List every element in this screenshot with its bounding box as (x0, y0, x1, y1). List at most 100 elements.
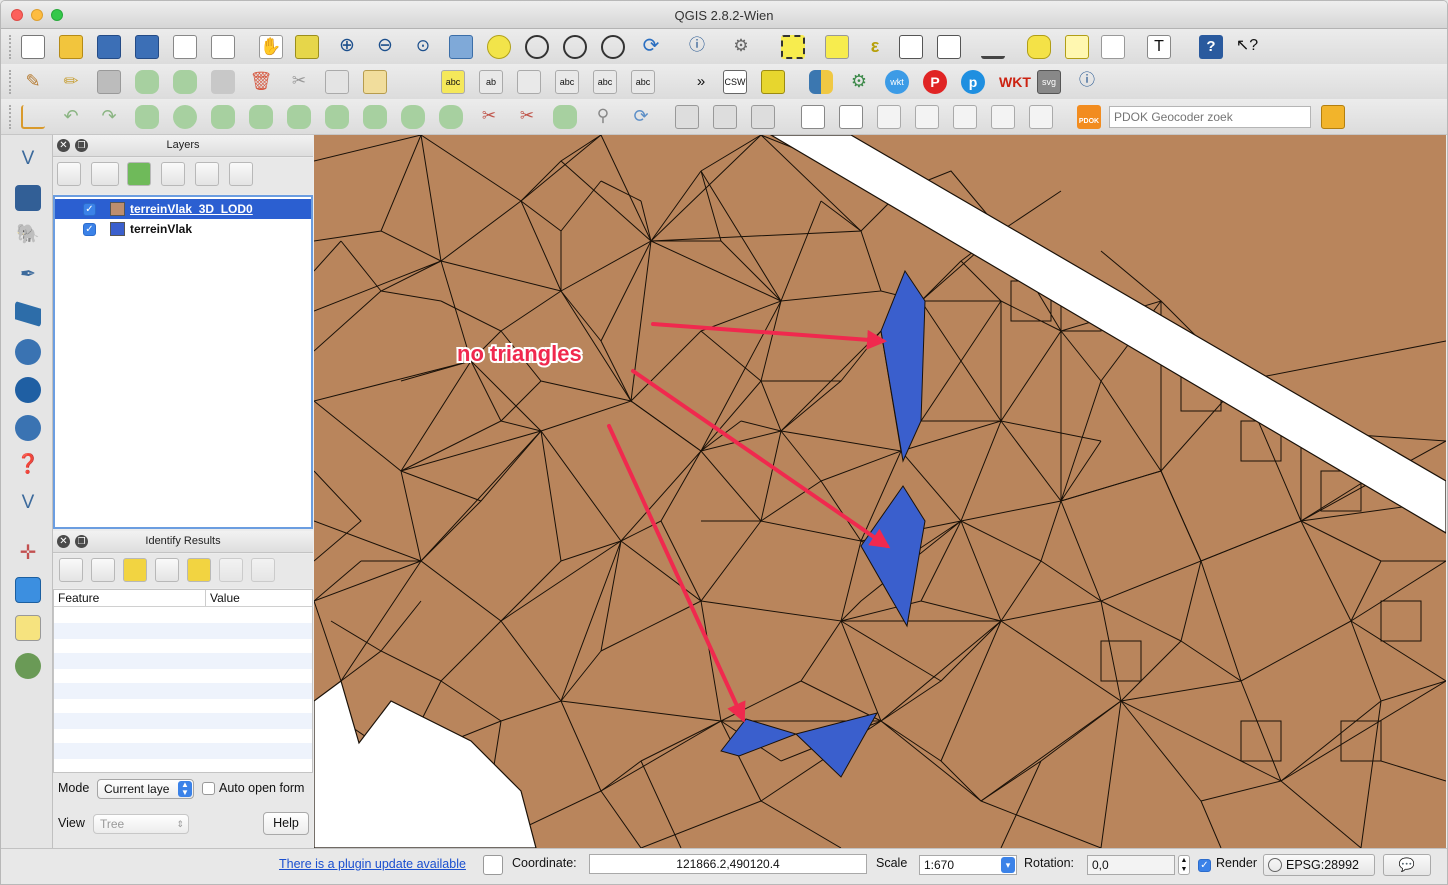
current-edits-icon[interactable]: ✎ (21, 70, 45, 94)
layer-row-terreinvlak-3d-lod0[interactable]: ✓ terreinVlak_3D_LOD0 (55, 199, 311, 219)
copy-feature-icon[interactable] (219, 558, 243, 582)
raster-tool-1-icon[interactable] (675, 105, 699, 129)
delete-ring-icon[interactable] (287, 105, 311, 129)
add-raster-layer-icon[interactable] (15, 185, 41, 211)
move-feature-icon[interactable] (173, 70, 197, 94)
refresh-icon[interactable]: ⟳ (639, 35, 663, 59)
snapping-icon[interactable] (21, 105, 45, 129)
offset-curve-icon[interactable] (401, 105, 425, 129)
save-project-icon[interactable] (97, 35, 121, 59)
label-show-hide-icon[interactable]: abc (555, 70, 579, 94)
save-as-icon[interactable] (135, 35, 159, 59)
annotation-icon[interactable] (1065, 35, 1089, 59)
collapse-all-icon[interactable] (195, 162, 219, 186)
add-delimited-text-layer-icon[interactable]: ❓ (15, 453, 41, 479)
new-print-composer-icon[interactable] (173, 35, 197, 59)
remove-layer-icon[interactable] (229, 162, 253, 186)
messages-button[interactable]: 💬 (1383, 854, 1431, 876)
collapse-tree-icon[interactable] (91, 558, 115, 582)
attribute-table-icon[interactable] (899, 35, 923, 59)
save-layer-edits-icon[interactable] (97, 70, 121, 94)
add-postgis-layer-icon[interactable]: 🐘 (15, 223, 41, 249)
label-pin-icon[interactable]: ab (479, 70, 503, 94)
identify-plugin-icon[interactable]: ⓘ (1075, 70, 1099, 94)
pan-to-selection-icon[interactable] (295, 35, 319, 59)
add-spatialite-layer-icon[interactable]: ✒ (15, 263, 41, 289)
processing-icon[interactable]: ⚙ (847, 70, 871, 94)
paste-features-icon[interactable] (363, 70, 387, 94)
zoom-to-layer-icon[interactable] (525, 35, 549, 59)
pdok-geocoder-search-input[interactable] (1109, 106, 1311, 128)
feature-column-header[interactable]: Feature (58, 591, 99, 605)
label-move-icon[interactable]: abc (593, 70, 617, 94)
undo-icon[interactable]: ↶ (59, 105, 83, 129)
expand-tree-icon[interactable] (59, 558, 83, 582)
redo-icon[interactable]: ↷ (97, 105, 121, 129)
raster-tool-2-icon[interactable] (713, 105, 737, 129)
filter-legend-icon[interactable] (127, 162, 151, 186)
pan-icon[interactable]: ✋ (259, 35, 283, 59)
add-wms-layer-icon[interactable] (15, 339, 41, 365)
add-mssql-layer-icon[interactable] (15, 301, 41, 327)
coordinate-field[interactable]: 121866.2,490120.4 (589, 854, 867, 874)
pdok-logo-icon[interactable]: PDOK (1077, 105, 1101, 129)
split-features-icon[interactable] (439, 105, 463, 129)
label-rotate-icon[interactable]: abc (631, 70, 655, 94)
add-feature-icon[interactable] (135, 70, 159, 94)
rotate-feature-icon[interactable]: ⟳ (629, 105, 653, 129)
deselect-icon[interactable] (825, 35, 849, 59)
delete-selected-icon[interactable]: 🗑 (249, 70, 273, 94)
plugin-update-link[interactable]: There is a plugin update available (279, 857, 466, 871)
digitize-1-icon[interactable] (801, 105, 825, 129)
new-shapefile-layer-icon[interactable]: V (15, 491, 41, 517)
layer-visibility-checkbox[interactable]: ✓ (83, 223, 96, 236)
view-select[interactable]: Tree ⇕ (93, 814, 189, 834)
new-project-icon[interactable] (21, 35, 45, 59)
rotation-field[interactable]: 0,0 (1087, 855, 1175, 875)
expand-all-icon[interactable] (161, 162, 185, 186)
add-ring-icon[interactable] (173, 105, 197, 129)
gps-tools-icon[interactable]: ✛ (15, 541, 41, 567)
csw-icon[interactable]: CSW (723, 70, 747, 94)
manage-visibility-icon[interactable] (91, 162, 119, 186)
add-vector-layer-icon[interactable]: V (15, 147, 41, 173)
open-project-icon[interactable] (59, 35, 83, 59)
clear-results-icon[interactable] (187, 558, 211, 582)
expand-new-results-icon[interactable] (123, 558, 147, 582)
delete-part-icon[interactable] (325, 105, 349, 129)
plugin-p-blue-icon[interactable]: p (961, 70, 985, 94)
text-tool-icon[interactable]: T (1147, 35, 1171, 59)
expression-select-icon[interactable]: ε (863, 35, 887, 59)
label-tool-icon[interactable]: abc (441, 70, 465, 94)
add-wcs-layer-icon[interactable] (15, 377, 41, 403)
label-highlight-icon[interactable] (517, 70, 541, 94)
auto-open-form-checkbox[interactable] (202, 782, 215, 795)
cut-features-icon[interactable]: ✂ (287, 70, 311, 94)
node-tool-icon[interactable] (211, 70, 235, 94)
help-icon[interactable]: ? (1199, 35, 1223, 59)
field-calculator-icon[interactable] (937, 35, 961, 59)
simplify-feature-icon[interactable] (135, 105, 159, 129)
add-group-icon[interactable] (57, 162, 81, 186)
open-form-icon[interactable] (155, 558, 179, 582)
select-icon[interactable] (781, 35, 805, 59)
toolbar-overflow-icon[interactable]: » (689, 70, 713, 94)
message-log-icon[interactable] (483, 855, 503, 875)
reshape-features-icon[interactable] (363, 105, 387, 129)
svg-icon[interactable]: svg (1037, 70, 1061, 94)
map-tips-icon[interactable] (1027, 35, 1051, 59)
copy-features-icon[interactable] (325, 70, 349, 94)
mode-select[interactable]: Current laye ▲ ▼ (97, 779, 194, 799)
digitize-7-icon[interactable] (1029, 105, 1053, 129)
measure-icon[interactable] (981, 35, 1005, 59)
scale-field[interactable]: 1:670 ▾ (919, 855, 1017, 875)
wkt-tool-icon[interactable]: WKT (999, 70, 1031, 94)
wkt-icon[interactable]: wkt (885, 70, 909, 94)
raster-tool-3-icon[interactable] (751, 105, 775, 129)
text-annotation-icon[interactable] (1101, 35, 1125, 59)
composer-manager-icon[interactable] (211, 35, 235, 59)
layer-row-terreinvlak[interactable]: ✓ terreinVlak (55, 219, 311, 239)
zoom-last-icon[interactable] (563, 35, 587, 59)
rotate-point-symbols-icon[interactable]: ⚲ (591, 105, 615, 129)
digitize-5-icon[interactable] (953, 105, 977, 129)
